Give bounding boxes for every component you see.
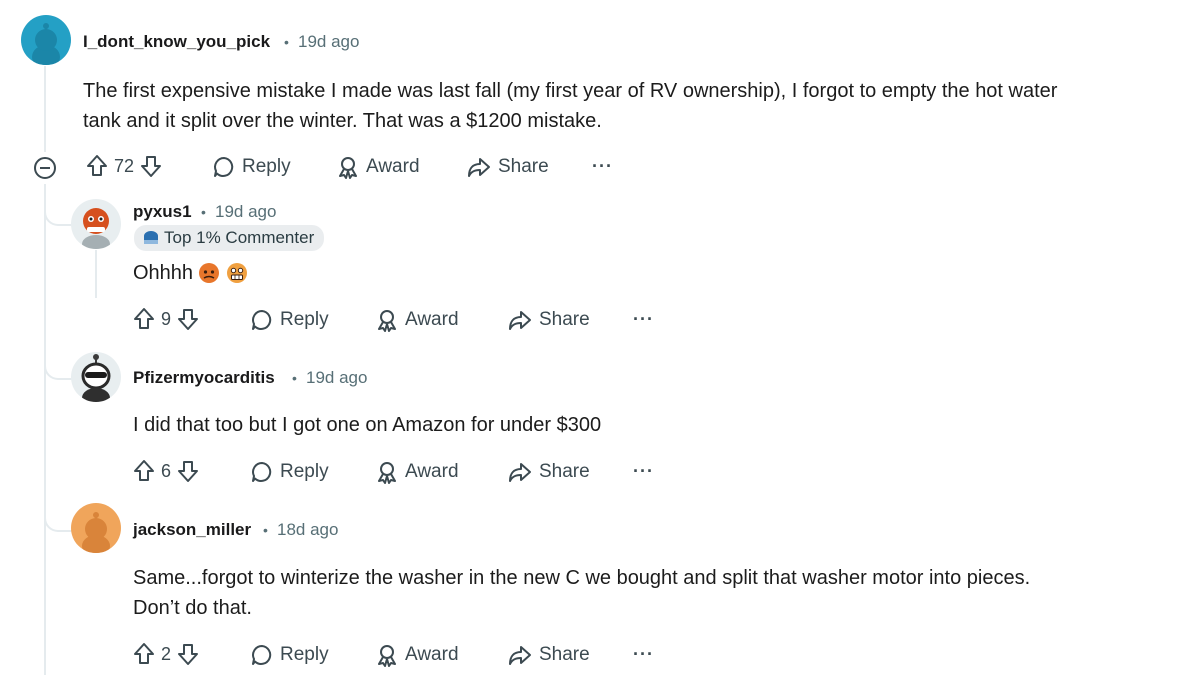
vote-group: 6 xyxy=(133,459,199,483)
avatar[interactable] xyxy=(21,15,71,65)
share-label: Share xyxy=(498,156,549,177)
share-arrow-icon xyxy=(509,463,531,482)
share-arrow-icon xyxy=(509,646,531,665)
vote-count: 6 xyxy=(161,460,172,481)
vote-count: 9 xyxy=(161,308,172,329)
arrow-down-icon[interactable] xyxy=(177,459,199,483)
arrow-up-icon[interactable] xyxy=(133,307,155,331)
reply-label: Reply xyxy=(280,644,329,665)
meta-separator: • xyxy=(292,370,297,386)
vote-group: 9 xyxy=(133,307,199,331)
speech-bubble-icon xyxy=(252,462,272,482)
comment-body: Same...forgot to winterize the washer in… xyxy=(133,563,1183,623)
reply-label: Reply xyxy=(280,309,329,330)
vote-count: 2 xyxy=(161,643,172,664)
award-button[interactable]: Award xyxy=(375,308,459,332)
comment-body-line: tank and it split over the winter. That … xyxy=(83,110,602,132)
thread-elbow xyxy=(44,352,72,380)
award-ribbon-icon xyxy=(339,157,357,179)
angry-face-icon xyxy=(199,263,220,283)
comment-author[interactable]: I_dont_know_you_pick xyxy=(83,32,270,52)
share-arrow-icon xyxy=(509,311,531,330)
thread-line-children xyxy=(44,184,46,675)
reply-button[interactable]: Reply xyxy=(250,460,329,484)
minus-circle-icon[interactable] xyxy=(34,157,56,179)
award-button[interactable]: Award xyxy=(375,460,459,484)
comment-author[interactable]: jackson_miller xyxy=(133,520,251,540)
share-label: Share xyxy=(539,644,590,665)
share-arrow-icon xyxy=(468,158,490,177)
award-ribbon-icon xyxy=(378,462,396,484)
share-button[interactable]: Share xyxy=(507,460,590,484)
comment-body-line: Same...forgot to winterize the washer in… xyxy=(133,567,1031,589)
thread-line-main xyxy=(44,66,46,152)
speech-bubble-icon xyxy=(252,645,272,665)
comment-time: 19d ago xyxy=(298,32,360,51)
more-options-button[interactable]: ··· xyxy=(633,461,654,482)
vote-group: 2 xyxy=(133,642,199,666)
more-options-button[interactable]: ··· xyxy=(633,644,654,665)
thread-line-reply xyxy=(95,250,97,298)
comment-body-line: Ohhhh xyxy=(133,262,194,284)
thread-elbow xyxy=(44,198,72,226)
comment-time: 19d ago xyxy=(215,202,277,221)
meta-separator: • xyxy=(263,522,268,538)
vote-count: 72 xyxy=(114,155,135,176)
vote-group: 72 xyxy=(86,154,162,178)
speech-bubble-icon xyxy=(252,310,272,330)
comment-body: Ohhhh xyxy=(133,258,249,288)
reply-button[interactable]: Reply xyxy=(250,643,329,667)
grimace-face-icon xyxy=(227,263,248,283)
reply-button[interactable]: Reply xyxy=(250,308,329,332)
reply-button[interactable]: Reply xyxy=(212,155,291,179)
comment-body: The first expensive mistake I made was l… xyxy=(83,76,1183,136)
arrow-up-icon[interactable] xyxy=(133,459,155,483)
thread-elbow xyxy=(44,504,72,532)
award-button[interactable]: Award xyxy=(336,155,420,179)
award-label: Award xyxy=(405,309,459,330)
reply-label: Reply xyxy=(242,156,291,177)
more-options-button[interactable]: ··· xyxy=(592,156,613,177)
more-options-button[interactable]: ··· xyxy=(633,309,654,330)
meta-separator: • xyxy=(201,204,206,220)
comment-body: I did that too but I got one on Amazon f… xyxy=(133,410,1133,440)
arrow-up-icon[interactable] xyxy=(86,154,108,178)
award-button[interactable]: Award xyxy=(375,643,459,667)
award-label: Award xyxy=(366,156,420,177)
award-ribbon-icon xyxy=(378,645,396,667)
trophy-icon xyxy=(144,231,158,244)
comment-author[interactable]: Pfizermyocarditis xyxy=(133,368,275,388)
badge-label: Top 1% Commenter xyxy=(164,228,315,247)
award-label: Award xyxy=(405,461,459,482)
avatar[interactable] xyxy=(71,199,121,249)
comment-time: 18d ago xyxy=(277,520,339,539)
speech-bubble-icon xyxy=(214,157,234,177)
comment-body-line: Don’t do that. xyxy=(133,597,252,619)
status-badge: Top 1% Commenter xyxy=(134,225,325,251)
comment-author[interactable]: pyxus1 xyxy=(133,202,192,222)
arrow-down-icon[interactable] xyxy=(140,154,162,178)
share-label: Share xyxy=(539,461,590,482)
share-button[interactable]: Share xyxy=(507,308,590,332)
share-button[interactable]: Share xyxy=(507,643,590,667)
reply-label: Reply xyxy=(280,461,329,482)
arrow-down-icon[interactable] xyxy=(177,307,199,331)
share-button[interactable]: Share xyxy=(466,155,549,179)
award-label: Award xyxy=(405,644,459,665)
meta-separator: • xyxy=(284,34,289,50)
arrow-down-icon[interactable] xyxy=(177,642,199,666)
award-ribbon-icon xyxy=(378,310,396,332)
avatar[interactable] xyxy=(71,503,121,553)
share-label: Share xyxy=(539,309,590,330)
comment-body-line: I did that too but I got one on Amazon f… xyxy=(133,414,602,436)
comment-time: 19d ago xyxy=(306,368,368,387)
arrow-up-icon[interactable] xyxy=(133,642,155,666)
comment-body-line: The first expensive mistake I made was l… xyxy=(83,80,1058,102)
avatar[interactable] xyxy=(71,352,121,402)
